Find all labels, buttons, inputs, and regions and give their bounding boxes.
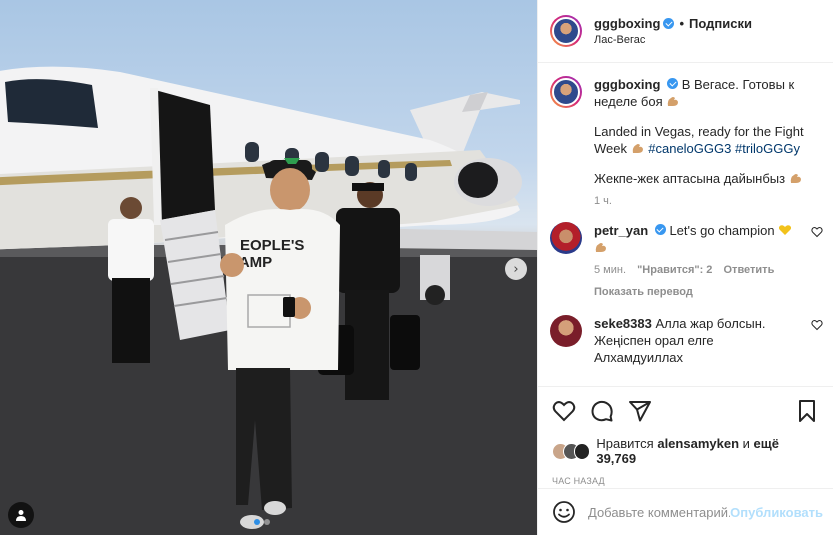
emoji-icon[interactable]	[552, 500, 576, 524]
yellow-heart-icon	[779, 225, 792, 235]
heart-icon[interactable]	[811, 319, 823, 331]
comments-list[interactable]: gggboxing В Вегасе. Готовы к неделе боя …	[538, 64, 833, 384]
likes-prefix: Нравится	[596, 436, 654, 451]
publish-button[interactable]: Опубликовать	[730, 505, 823, 520]
chevron-right-icon: ›	[513, 261, 519, 277]
carousel-dot	[264, 519, 270, 525]
commenter-username[interactable]: petr_yan	[594, 223, 648, 238]
reply-button[interactable]: Ответить	[724, 264, 775, 276]
carousel-indicator	[254, 519, 270, 525]
flexed-biceps-icon	[668, 97, 679, 106]
verified-icon	[667, 78, 679, 89]
following-button[interactable]: Подписки	[689, 16, 752, 31]
liker-avatar	[573, 442, 591, 460]
likes-summary[interactable]: Нравится alensamyken и ещё 39,769	[552, 436, 819, 466]
post-image: EOPLE'S HAMP	[0, 66, 537, 535]
location-link[interactable]: Лас-Вегас	[594, 34, 752, 46]
verified-icon	[663, 18, 675, 29]
flexed-biceps-icon	[595, 243, 606, 252]
commenter-avatar[interactable]	[550, 222, 582, 254]
hashtag-link[interactable]: #caneloGGG3	[648, 141, 731, 156]
next-photo-button[interactable]: ›	[505, 258, 527, 280]
comment-item: seke8383 Алла жар болсын. Жеңіспен орал …	[550, 315, 823, 366]
comment-item: petr_yan Let's go champion 5 мин. "Нрави…	[550, 222, 823, 301]
comment-icon[interactable]	[590, 399, 614, 423]
tag-user-icon	[16, 510, 26, 521]
comment-likes[interactable]: "Нравится": 2	[637, 264, 712, 276]
post-time[interactable]: ЧАС НАЗАД	[552, 476, 819, 486]
author-avatar[interactable]	[550, 15, 582, 47]
caption-avatar[interactable]	[550, 76, 582, 108]
post-actions: Нравится alensamyken и ещё 39,769 ЧАС НА…	[538, 386, 833, 486]
heart-icon[interactable]	[811, 226, 823, 238]
flexed-biceps-icon	[632, 144, 643, 153]
caption-time[interactable]: 1 ч.	[594, 195, 612, 207]
svg-text:EOPLE'S: EOPLE'S	[240, 237, 304, 254]
post-header: gggboxing • Подписки Лас-Вегас	[538, 0, 833, 63]
flexed-biceps-icon	[790, 174, 801, 183]
commenter-avatar[interactable]	[550, 315, 582, 347]
hashtag-link[interactable]: #triloGGGy	[735, 141, 800, 156]
comment-input[interactable]	[588, 504, 731, 520]
bookmark-icon[interactable]	[795, 399, 819, 423]
carousel-dot-active	[254, 519, 260, 525]
liker-username[interactable]: alensamyken	[657, 436, 739, 451]
likes-and: и	[742, 436, 750, 451]
tagged-users-button[interactable]	[8, 502, 34, 528]
verified-icon	[654, 224, 666, 235]
comment-text: Let's go champion	[669, 223, 775, 238]
post-sidebar: gggboxing • Подписки Лас-Вегас gggboxing…	[537, 0, 833, 535]
separator-dot: •	[679, 16, 684, 31]
comment-time[interactable]: 5 мин.	[594, 264, 626, 276]
caption-line-3: Жекпе-жек аптасына дайынбыз	[594, 171, 786, 186]
post-photo[interactable]: EOPLE'S HAMP ›	[0, 0, 537, 535]
commenter-username[interactable]: seke8383	[594, 316, 652, 331]
like-heart-icon[interactable]	[552, 399, 576, 423]
caption-username[interactable]: gggboxing	[594, 77, 660, 92]
author-username[interactable]: gggboxing	[594, 16, 660, 31]
show-translation-button[interactable]: Показать перевод	[594, 284, 805, 301]
caption: gggboxing В Вегасе. Готовы к неделе боя …	[550, 76, 805, 210]
share-icon[interactable]	[628, 399, 652, 423]
add-comment-bar: Опубликовать	[538, 488, 833, 535]
